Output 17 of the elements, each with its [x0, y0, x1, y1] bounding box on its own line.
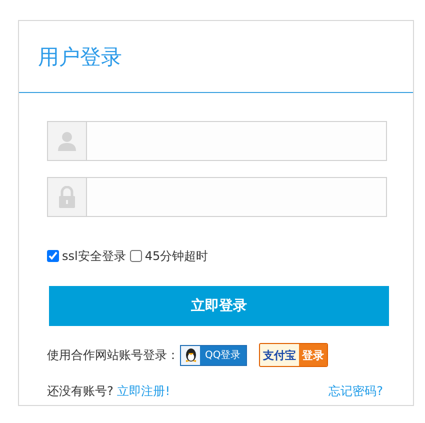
- forgot-password-link[interactable]: 忘记密码?: [328, 383, 383, 400]
- lock-icon: [59, 186, 75, 208]
- option-label: ssl安全登录: [62, 248, 126, 264]
- panel-title: 用户登录: [38, 44, 122, 70]
- qq-login-button[interactable]: QQ登录: [180, 344, 247, 366]
- alipay-login-button[interactable]: 支付宝 登录: [258, 343, 328, 367]
- input-field[interactable]: [47, 177, 387, 217]
- login-button[interactable]: 立即登录: [49, 286, 389, 326]
- option-label: 45分钟超时: [144, 248, 208, 264]
- checkbox[interactable]: [47, 250, 59, 262]
- user-icon: [58, 131, 76, 151]
- no-account-text: 还没有账号?: [47, 384, 114, 398]
- input-field[interactable]: [47, 121, 387, 161]
- partner-login-text: 使用合作网站账号登录：: [47, 346, 179, 364]
- register-link[interactable]: 立即注册!: [117, 384, 170, 398]
- penguin-icon: [184, 348, 196, 362]
- checkbox[interactable]: [130, 250, 142, 262]
